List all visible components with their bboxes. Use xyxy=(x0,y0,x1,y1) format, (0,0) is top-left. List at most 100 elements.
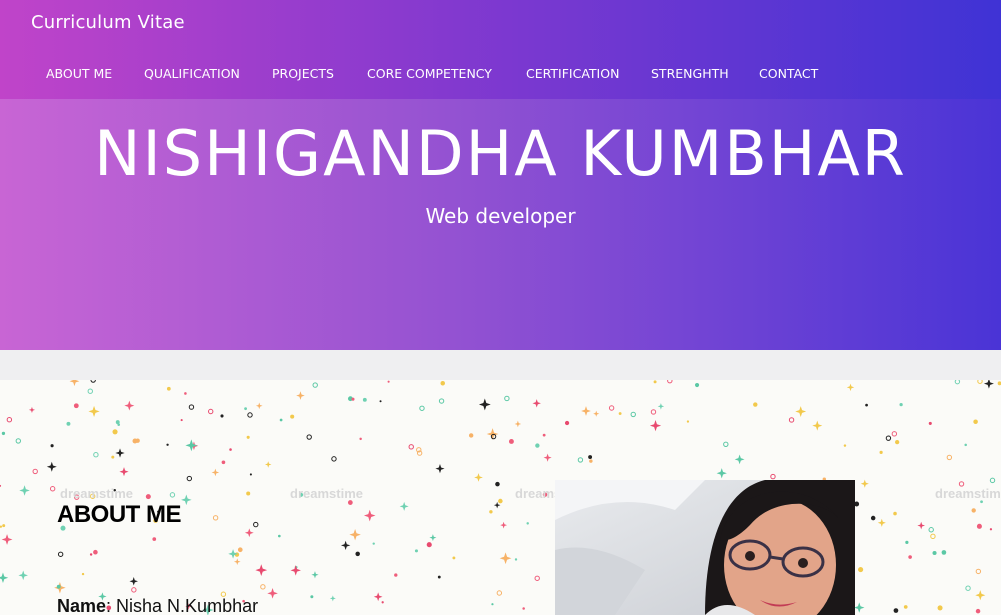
confetti-dot xyxy=(975,590,986,601)
confetti-dot xyxy=(581,406,591,416)
confetti-dot xyxy=(932,550,937,556)
confetti-dot xyxy=(630,411,636,418)
confetti-dot xyxy=(152,537,157,541)
confetti-dot xyxy=(976,523,982,529)
confetti-dot xyxy=(903,605,908,609)
confetti-dot xyxy=(753,402,758,407)
confetti-dot xyxy=(499,552,512,565)
confetti-dot xyxy=(975,608,981,614)
confetti-dot xyxy=(57,551,64,557)
confetti-dot xyxy=(812,420,823,431)
confetti-dot xyxy=(124,400,135,411)
confetti-dot xyxy=(185,439,198,452)
confetti-dot xyxy=(229,448,232,451)
confetti-dot xyxy=(50,444,54,448)
nav-item-strength[interactable]: STRENGHTH xyxy=(651,66,729,81)
confetti-dot xyxy=(186,475,193,482)
nav-item-about-me[interactable]: ABOUT ME xyxy=(46,66,112,81)
confetti-dot xyxy=(255,402,263,410)
watermark-text: dreamstime xyxy=(290,486,363,501)
confetti-dot xyxy=(843,444,847,447)
confetti-dot xyxy=(489,510,493,514)
about-section: dreamstime dreamstime dreamstime dreamst… xyxy=(0,380,1001,615)
confetti-dot xyxy=(534,575,540,581)
confetti-dot xyxy=(846,383,855,392)
confetti-dot xyxy=(255,564,268,576)
confetti-dot xyxy=(247,412,253,418)
confetti-dot xyxy=(112,429,118,435)
confetti-dot xyxy=(267,588,278,599)
confetti-dot xyxy=(452,556,456,560)
confetti-dot xyxy=(716,468,727,479)
confetti-dot xyxy=(508,439,514,444)
confetti-dot xyxy=(694,382,700,388)
confetti-dot xyxy=(788,417,795,423)
confetti-dot xyxy=(359,437,362,441)
confetti-dot xyxy=(132,438,138,444)
confetti-dot xyxy=(169,492,176,498)
confetti-dot xyxy=(514,558,518,561)
confetti-dot xyxy=(543,453,552,462)
confetti-dot xyxy=(277,534,281,538)
nav-item-core-competency[interactable]: CORE COMPETENCY xyxy=(367,66,492,81)
confetti-dot xyxy=(564,420,570,426)
confetti-dot xyxy=(145,494,151,500)
nav-item-contact[interactable]: CONTACT xyxy=(759,66,818,81)
confetti-dot xyxy=(667,380,673,384)
brand-title[interactable]: Curriculum Vitae xyxy=(31,12,185,33)
nav-item-projects[interactable]: PROJECTS xyxy=(272,66,334,81)
confetti-dot xyxy=(69,380,80,387)
confetti-dot xyxy=(90,380,96,383)
confetti-dot xyxy=(414,549,418,553)
confetti-dot xyxy=(491,603,494,606)
confetti-dot xyxy=(588,455,593,460)
confetti-dot xyxy=(870,515,876,521)
confetti-dot xyxy=(32,468,38,475)
confetti-dot xyxy=(437,575,441,579)
confetti-dot xyxy=(166,443,169,446)
confetti-dot xyxy=(770,473,776,480)
confetti-dot xyxy=(49,486,56,492)
confetti-dot xyxy=(93,549,98,555)
confetti-dot xyxy=(310,595,314,599)
nav-item-qualification[interactable]: QUALIFICATION xyxy=(144,66,240,81)
confetti-dot xyxy=(73,403,79,409)
confetti-dot xyxy=(87,388,93,394)
confetti-dot xyxy=(975,568,982,575)
confetti-dot xyxy=(879,450,883,455)
confetti-dot xyxy=(349,528,361,541)
confetti-dot xyxy=(28,406,36,413)
watermark-text: dreamstime xyxy=(935,486,1001,501)
confetti-dot xyxy=(877,518,886,527)
confetti-dot xyxy=(296,391,305,400)
confetti-dot xyxy=(885,435,892,441)
confetti-dot xyxy=(249,473,252,476)
confetti-dot xyxy=(440,381,446,386)
watermark-text: dreamstime xyxy=(60,486,133,501)
confetti-dot xyxy=(937,605,943,611)
confetti-dot xyxy=(46,461,57,472)
confetti-dot xyxy=(212,515,219,521)
confetti-dot xyxy=(6,417,13,423)
confetti-dot xyxy=(387,380,390,383)
confetti-dot xyxy=(1,431,6,436)
confetti-dot xyxy=(81,572,85,576)
confetti-dot xyxy=(188,404,195,410)
confetti-dot xyxy=(977,380,983,384)
confetti-dot xyxy=(56,584,61,589)
confetti-dot xyxy=(971,508,976,513)
hero-role: Web developer xyxy=(425,204,576,228)
confetti-dot xyxy=(504,395,510,402)
confetti-dot xyxy=(220,414,224,418)
confetti-dot xyxy=(0,525,3,528)
confetti-dot xyxy=(331,456,337,462)
profile-photo xyxy=(555,480,855,615)
confetti-dot xyxy=(211,468,220,477)
confetti-dot xyxy=(989,477,996,484)
confetti-dot xyxy=(208,408,214,415)
confetti-dot xyxy=(895,440,900,445)
confetti-dot xyxy=(905,540,909,544)
nav-menu: ABOUT ME QUALIFICATION PROJECTS CORE COM… xyxy=(0,66,1001,84)
nav-item-certification[interactable]: CERTIFICATION xyxy=(526,66,619,81)
confetti-dot xyxy=(329,595,336,602)
